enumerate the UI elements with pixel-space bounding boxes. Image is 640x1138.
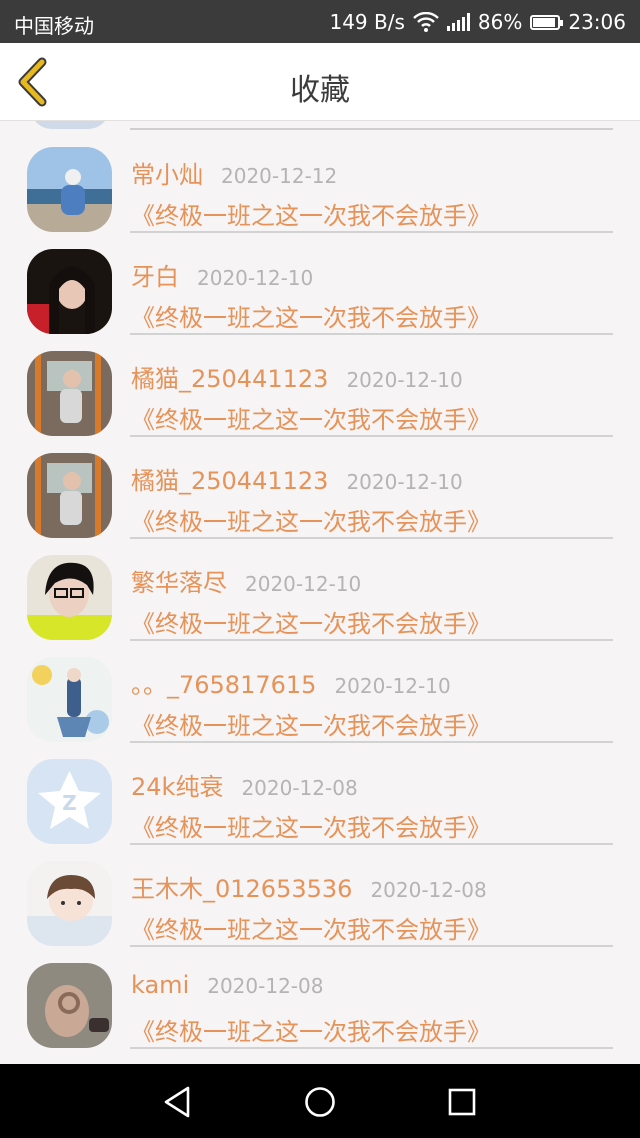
- list-item[interactable]: kami 2020-12-08 《终极一班之这一次我不会放手》: [0, 937, 640, 1049]
- avatar[interactable]: [27, 249, 112, 334]
- list-item[interactable]: Z 24k纯衰 2020-12-08 《终极一班之这一次我不会放手》: [0, 733, 640, 845]
- user-name[interactable]: 橘猫_250441123: [131, 365, 328, 393]
- status-right: 149 B/s 86% 23:06: [329, 10, 626, 34]
- user-name[interactable]: 24k纯衰: [131, 773, 223, 801]
- system-nav-bar: [0, 1064, 640, 1138]
- clock: 23:06: [568, 10, 626, 34]
- favorite-date: 2020-12-10: [346, 368, 463, 392]
- favorite-date: 2020-12-12: [221, 164, 338, 188]
- page-title: 收藏: [290, 73, 350, 108]
- recents-square-icon[interactable]: [444, 1084, 480, 1120]
- favorite-date: 2020-12-10: [245, 572, 362, 596]
- status-bar: 中国移动 149 B/s 86% 23:06: [0, 0, 640, 43]
- list-item[interactable]: 。。_765817615 2020-12-10 《终极一班之这一次我不会放手》: [0, 631, 640, 743]
- list-item[interactable]: 牙白 2020-12-10 《终极一班之这一次我不会放手》: [0, 223, 640, 335]
- signal-icon: [446, 13, 470, 31]
- wifi-icon: [413, 12, 439, 32]
- avatar[interactable]: [27, 555, 112, 640]
- favorite-date: 2020-12-10: [197, 266, 314, 290]
- avatar[interactable]: [27, 861, 112, 946]
- net-speed: 149 B/s: [329, 10, 405, 34]
- user-name[interactable]: 。。_765817615: [131, 671, 316, 699]
- book-title-link[interactable]: 《终极一班之这一次我不会放手》: [131, 1012, 491, 1047]
- carrier-label: 中国移动: [14, 14, 94, 38]
- favorite-date: 2020-12-08: [207, 974, 324, 998]
- avatar[interactable]: [27, 453, 112, 538]
- favorite-date: 2020-12-10: [334, 674, 451, 698]
- list-item[interactable]: 繁华落尽 2020-12-10 《终极一班之这一次我不会放手》: [0, 529, 640, 641]
- user-name[interactable]: 橘猫_250441123: [131, 467, 328, 495]
- list-item[interactable]: 王木木_012653536 2020-12-08 《终极一班之这一次我不会放手》: [0, 835, 640, 947]
- favorite-date: 2020-12-08: [370, 878, 487, 902]
- home-circle-icon[interactable]: [302, 1084, 338, 1120]
- user-name[interactable]: 王木木_012653536: [131, 875, 352, 903]
- user-name[interactable]: 常小灿: [131, 161, 203, 189]
- user-name[interactable]: kami: [131, 971, 189, 999]
- list-item[interactable]: 橘猫_250441123 2020-12-10 《终极一班之这一次我不会放手》: [0, 325, 640, 437]
- battery-percent: 86%: [477, 10, 523, 34]
- user-name[interactable]: 牙白: [131, 263, 179, 291]
- avatar[interactable]: [27, 963, 112, 1048]
- header-bar: 收藏: [0, 43, 640, 121]
- list-item[interactable]: 橘猫_250441123 2020-12-10 《终极一班之这一次我不会放手》: [0, 427, 640, 539]
- avatar[interactable]: Z: [27, 759, 112, 844]
- avatar[interactable]: [27, 657, 112, 742]
- avatar[interactable]: [27, 147, 112, 232]
- svg-text:Z: Z: [62, 791, 77, 815]
- avatar[interactable]: [27, 351, 112, 436]
- favorite-date: 2020-12-10: [346, 470, 463, 494]
- favorite-date: 2020-12-08: [241, 776, 358, 800]
- battery-icon: [530, 14, 564, 30]
- back-triangle-icon[interactable]: [160, 1084, 196, 1120]
- user-name[interactable]: 繁华落尽: [131, 569, 227, 597]
- list-item[interactable]: 常小灿 2020-12-12 《终极一班之这一次我不会放手》: [0, 121, 640, 233]
- favorites-list[interactable]: 常小灿 2020-12-12 《终极一班之这一次我不会放手》 牙白 2020-12-…: [0, 121, 640, 1064]
- divider: [130, 1047, 613, 1049]
